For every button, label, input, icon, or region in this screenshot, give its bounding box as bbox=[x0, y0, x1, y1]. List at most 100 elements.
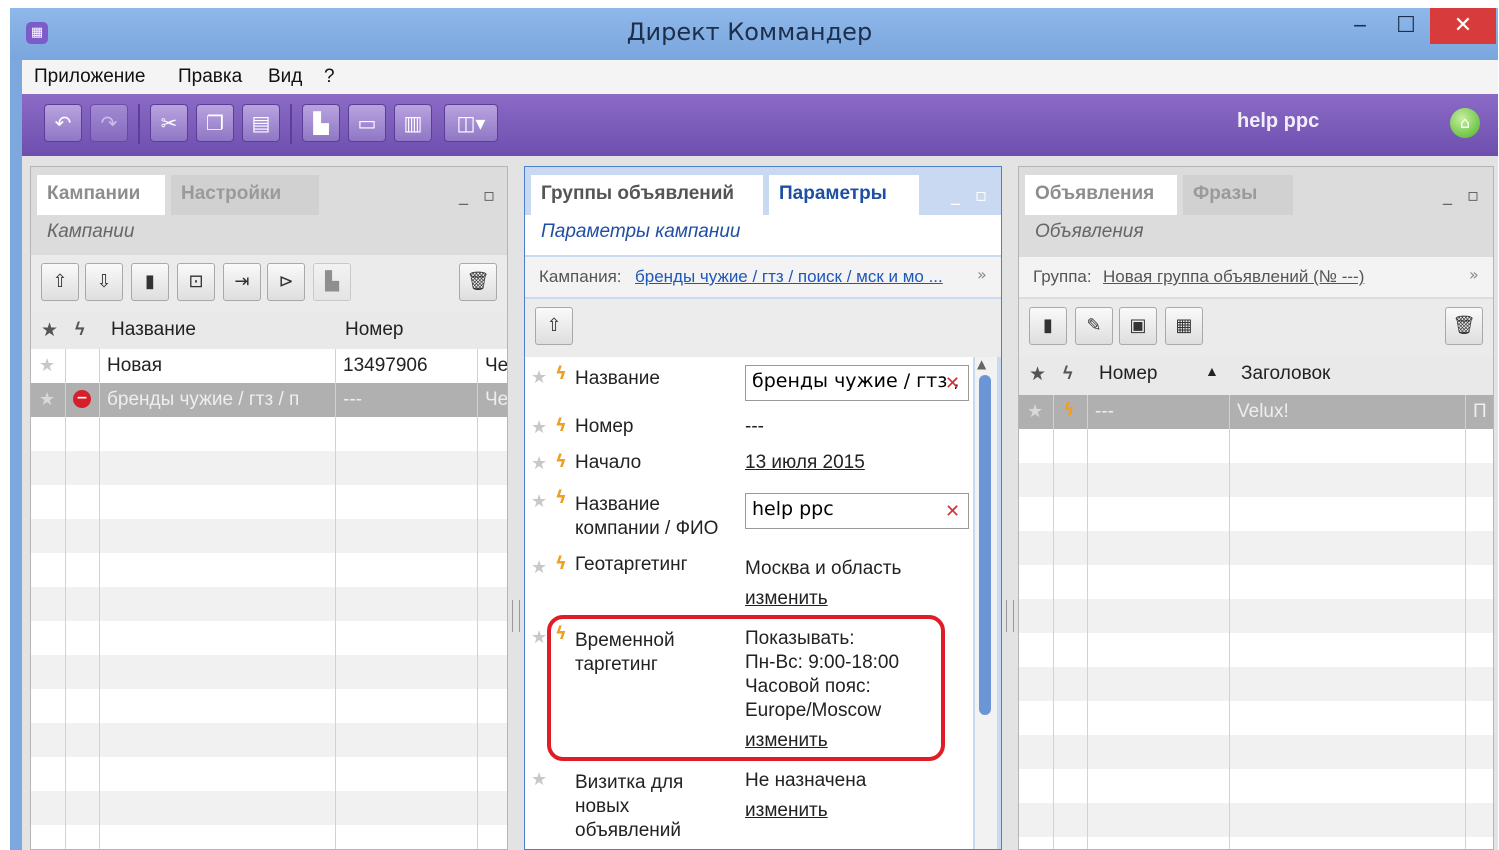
statistics-icon[interactable]: ▙ bbox=[302, 104, 340, 142]
company-name-input[interactable]: help ppc bbox=[745, 493, 969, 529]
tab-campaigns[interactable]: Кампании bbox=[37, 175, 165, 215]
parameters-panel: Группы объявлений Параметры _ ▫ Параметр… bbox=[524, 166, 1002, 850]
tab-parameters[interactable]: Параметры bbox=[769, 175, 919, 215]
grid-line bbox=[99, 349, 100, 849]
campaign-name[interactable]: Новая bbox=[107, 355, 327, 377]
group-link[interactable]: Новая группа объявлений (№ ---) bbox=[1103, 267, 1364, 287]
stats-icon[interactable]: ▙ bbox=[313, 263, 351, 301]
tab-ad-groups[interactable]: Группы объявлений bbox=[531, 175, 763, 215]
download-icon[interactable]: ⇩ bbox=[85, 263, 123, 301]
budget-icon[interactable]: ▭ bbox=[348, 104, 386, 142]
export-icon[interactable]: ⊳ bbox=[267, 263, 305, 301]
scroll-up-icon[interactable]: ▲ bbox=[977, 357, 986, 371]
table-row-stripe bbox=[1019, 735, 1493, 769]
column-name[interactable]: Название bbox=[111, 319, 196, 341]
ad-title[interactable]: Velux! bbox=[1237, 401, 1457, 423]
campaign-name-input[interactable]: бренды чужие / гтз , bbox=[745, 365, 969, 401]
minimize-panel-icon[interactable]: _ bbox=[951, 185, 960, 206]
maximize-panel-icon[interactable]: ▫ bbox=[975, 185, 987, 206]
bolt-column-icon[interactable]: ϟ bbox=[75, 319, 85, 340]
panel-subtitle: Параметры кампании bbox=[541, 221, 741, 242]
collapse-chevron-icon[interactable]: » bbox=[977, 265, 987, 284]
sort-ascending-icon[interactable]: ▲ bbox=[1205, 363, 1219, 379]
grid-line bbox=[1229, 395, 1230, 849]
time-change-link[interactable]: изменить bbox=[745, 729, 828, 753]
redo-icon[interactable]: ↷ bbox=[90, 104, 128, 142]
geo-change-link[interactable]: изменить bbox=[745, 587, 828, 611]
star-column-icon[interactable]: ★ bbox=[41, 319, 58, 342]
maximize-button[interactable]: ☐ bbox=[1386, 8, 1426, 44]
layout-dropdown-icon[interactable]: ◫▾ bbox=[444, 104, 498, 142]
user-name[interactable]: help ppc bbox=[1237, 110, 1319, 133]
favorite-star-icon[interactable]: ★ bbox=[531, 769, 547, 790]
close-button[interactable]: ✕ bbox=[1430, 8, 1496, 44]
scrollbar-thumb[interactable] bbox=[979, 375, 991, 715]
favorite-star-icon[interactable]: ★ bbox=[531, 417, 547, 438]
menu-edit[interactable]: Правка bbox=[178, 66, 242, 88]
splitter-handle[interactable] bbox=[512, 600, 520, 632]
menu-help[interactable]: ? bbox=[324, 66, 335, 88]
bolt-icon: ϟ bbox=[555, 623, 567, 644]
edit-ad-icon[interactable]: ✎ bbox=[1075, 307, 1113, 345]
favorite-star-icon[interactable]: ★ bbox=[531, 627, 547, 648]
campaigns-grid: ★ Новая 13497906 Че ★ − бренды чужие / г… bbox=[31, 349, 507, 849]
favorite-star-icon[interactable]: ★ bbox=[531, 367, 547, 388]
field-label-time-1: Временной bbox=[575, 630, 675, 651]
cut-icon[interactable]: ✂ bbox=[150, 104, 188, 142]
column-number[interactable]: Номер bbox=[345, 319, 403, 341]
favorite-star-icon[interactable]: ★ bbox=[39, 355, 55, 376]
favorite-star-icon[interactable]: ★ bbox=[531, 557, 547, 578]
field-label-number: Номер bbox=[575, 416, 634, 437]
favorite-star-icon[interactable]: ★ bbox=[39, 389, 55, 410]
bolt-column-icon[interactable]: ϟ bbox=[1063, 363, 1073, 384]
maximize-panel-icon[interactable]: ▫ bbox=[483, 185, 495, 206]
table-view-icon[interactable]: ▦ bbox=[1165, 307, 1203, 345]
toolbar-separator bbox=[138, 104, 140, 144]
campaign-link[interactable]: бренды чужие / гтз / поиск / мск и мо ..… bbox=[635, 267, 943, 287]
image-icon[interactable]: ▣ bbox=[1119, 307, 1157, 345]
column-number[interactable]: Номер bbox=[1099, 363, 1157, 385]
new-ad-icon[interactable]: ▮ bbox=[1029, 307, 1067, 345]
new-document-icon[interactable]: ▮ bbox=[131, 263, 169, 301]
minimize-panel-icon[interactable]: _ bbox=[459, 185, 468, 206]
campaign-name[interactable]: бренды чужие / гтз / п bbox=[107, 389, 327, 411]
favorite-star-icon[interactable]: ★ bbox=[531, 453, 547, 474]
menu-application[interactable]: Приложение bbox=[34, 66, 145, 88]
maximize-panel-icon[interactable]: ▫ bbox=[1467, 185, 1479, 206]
star-column-icon[interactable]: ★ bbox=[1029, 363, 1046, 386]
clear-icon[interactable]: ✕ bbox=[945, 501, 960, 522]
upload-icon[interactable]: ⇧ bbox=[535, 307, 573, 345]
copy-icon[interactable]: ❐ bbox=[196, 104, 234, 142]
delete-icon[interactable]: 🗑 bbox=[459, 263, 497, 301]
network-status-icon[interactable]: ⌂ bbox=[1450, 108, 1480, 138]
table-icon[interactable]: ▥ bbox=[394, 104, 432, 142]
table-row-stripe bbox=[1019, 531, 1493, 565]
edit-campaign-icon[interactable]: ⊡ bbox=[177, 263, 215, 301]
ad-number: --- bbox=[1095, 401, 1114, 422]
minimize-button[interactable]: ‒ bbox=[1340, 8, 1380, 44]
minimize-panel-icon[interactable]: _ bbox=[1443, 185, 1452, 206]
tab-ads[interactable]: Объявления bbox=[1025, 175, 1177, 215]
tab-phrases[interactable]: Фразы bbox=[1183, 175, 1293, 215]
grid-line bbox=[477, 349, 478, 849]
tab-settings[interactable]: Настройки bbox=[171, 175, 319, 215]
grid-line bbox=[65, 349, 66, 849]
menu-view[interactable]: Вид bbox=[268, 66, 302, 88]
ads-grid: ★ ϟ --- Velux! П bbox=[1019, 395, 1493, 849]
bolt-icon: ϟ bbox=[555, 451, 567, 472]
upload-icon[interactable]: ⇧ bbox=[41, 263, 79, 301]
paste-icon[interactable]: ▤ bbox=[242, 104, 280, 142]
campaign-number: 13497906 bbox=[343, 355, 428, 376]
delete-icon[interactable]: 🗑 bbox=[1445, 307, 1483, 345]
undo-icon[interactable]: ↶ bbox=[44, 104, 82, 142]
favorite-star-icon[interactable]: ★ bbox=[531, 491, 547, 512]
splitter-handle[interactable] bbox=[1006, 600, 1014, 632]
clear-icon[interactable]: ✕ bbox=[945, 373, 960, 394]
collapse-chevron-icon[interactable]: » bbox=[1469, 265, 1479, 284]
vcard-change-link[interactable]: изменить bbox=[745, 799, 828, 823]
favorite-star-icon[interactable]: ★ bbox=[1027, 401, 1043, 422]
start-date-link[interactable]: 13 июля 2015 bbox=[745, 451, 865, 475]
bolt-icon: ϟ bbox=[555, 553, 567, 574]
column-title[interactable]: Заголовок bbox=[1241, 363, 1330, 385]
import-icon[interactable]: ⇥ bbox=[223, 263, 261, 301]
